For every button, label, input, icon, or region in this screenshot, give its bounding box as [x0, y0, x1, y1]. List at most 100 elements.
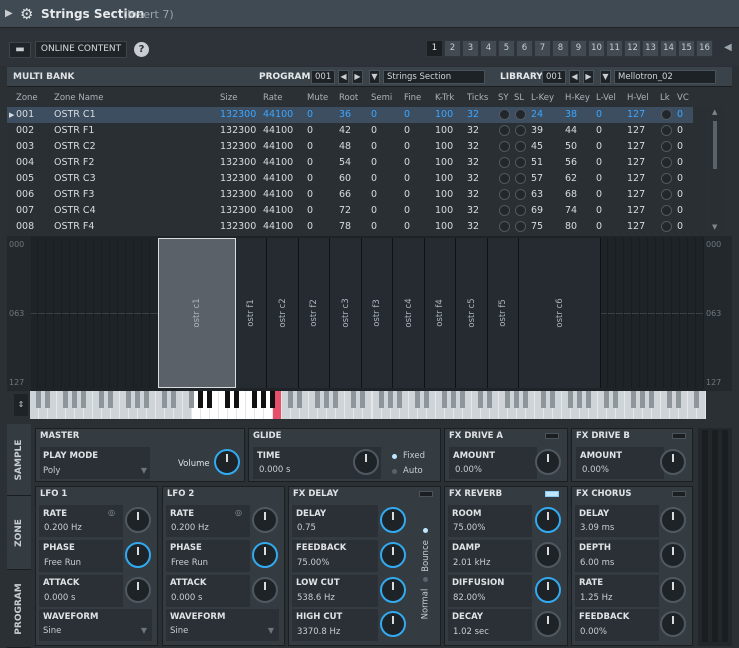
- scroll-right-icon[interactable]: ◀: [724, 42, 732, 53]
- column-header[interactable]: Zone Name: [54, 93, 103, 103]
- piano-black-key[interactable]: [225, 391, 231, 408]
- row-toggle[interactable]: [499, 205, 510, 216]
- chorus-rate-knob[interactable]: [660, 577, 686, 603]
- piano-black-key[interactable]: [189, 391, 195, 408]
- scroll-down-icon[interactable]: ▼: [712, 223, 717, 231]
- glide-time-knob[interactable]: [353, 449, 379, 475]
- keymap-zone[interactable]: ostr c4: [393, 238, 425, 388]
- piano-black-key[interactable]: [45, 391, 51, 408]
- row-toggle[interactable]: [661, 221, 672, 232]
- row-toggle[interactable]: [661, 173, 672, 184]
- piano-black-key[interactable]: [36, 391, 41, 408]
- tab-sample[interactable]: SAMPLE: [7, 424, 31, 496]
- library-prev-icon[interactable]: ◀: [569, 70, 580, 84]
- column-header[interactable]: H-Key: [565, 93, 590, 103]
- fx-delay-toggle[interactable]: [419, 491, 433, 497]
- reverb-room-knob[interactable]: [535, 507, 561, 533]
- lfo1-waveform-dropdown[interactable]: Sine ▼: [40, 625, 150, 639]
- lfo1-phase-knob[interactable]: [125, 542, 151, 568]
- lfo1-rate-knob[interactable]: [125, 507, 151, 533]
- row-toggle[interactable]: [661, 141, 672, 152]
- piano-black-key[interactable]: [441, 391, 447, 408]
- library-number[interactable]: 001: [542, 70, 566, 84]
- lfo2-phase-knob[interactable]: [252, 542, 278, 568]
- piano-black-key[interactable]: [648, 391, 654, 408]
- piano-black-key[interactable]: [324, 391, 330, 408]
- collapse-arrow-icon[interactable]: ▶: [5, 8, 13, 19]
- column-header[interactable]: Fine: [404, 93, 421, 103]
- page-button[interactable]: 12: [624, 40, 641, 57]
- piano-black-key[interactable]: [387, 391, 393, 408]
- page-button[interactable]: 1: [426, 40, 443, 57]
- piano-black-key[interactable]: [459, 391, 465, 408]
- piano-black-key[interactable]: [252, 391, 258, 408]
- key-map[interactable]: 000 063 127 000 063 127 ostr c1 ostr f1 os…: [7, 236, 732, 391]
- tab-program[interactable]: PROGRAM: [7, 570, 31, 648]
- delay-highcut-knob[interactable]: [380, 611, 406, 637]
- row-toggle[interactable]: [661, 157, 672, 168]
- table-row[interactable]: 008 OSTR F4 132300 44100 0 78 0 0 100 32 75 80 0 127 0: [7, 219, 693, 235]
- table-row[interactable]: ▶ 001 OSTR C1 132300 44100 0 36 0 0 100 32 24 38 0 127…: [7, 107, 693, 123]
- column-header[interactable]: Rate: [263, 93, 283, 103]
- drive-b-amount-knob[interactable]: [660, 449, 686, 475]
- column-header[interactable]: Semi: [371, 93, 392, 103]
- keymap-zone[interactable]: ostr f2: [299, 238, 330, 388]
- row-toggle[interactable]: [661, 189, 672, 200]
- fixed-radio[interactable]: [392, 454, 397, 459]
- piano-black-key[interactable]: [693, 391, 699, 408]
- row-toggle[interactable]: [661, 109, 672, 120]
- piano-black-key[interactable]: [576, 391, 582, 408]
- piano-black-key[interactable]: [108, 391, 114, 408]
- table-row[interactable]: 004 OSTR F2 132300 44100 0 54 0 0 100 32 51 56 0 127 0: [7, 155, 693, 171]
- row-toggle[interactable]: [515, 109, 526, 120]
- row-toggle[interactable]: [499, 189, 510, 200]
- fx-drive-a-toggle[interactable]: [545, 433, 559, 439]
- piano-black-key[interactable]: [522, 391, 528, 408]
- column-header[interactable]: H-Vel: [627, 93, 649, 103]
- column-header[interactable]: Size: [220, 93, 237, 103]
- keymap-zone[interactable]: ostr c6: [519, 238, 601, 388]
- reverb-decay-knob[interactable]: [535, 611, 561, 637]
- scroll-up-icon[interactable]: ▲: [712, 108, 717, 116]
- library-next-icon[interactable]: ▶: [583, 70, 594, 84]
- piano-black-key[interactable]: [639, 391, 645, 408]
- fx-chorus-toggle[interactable]: [672, 491, 686, 497]
- keymap-zone[interactable]: ostr c5: [456, 238, 488, 388]
- row-toggle[interactable]: [499, 141, 510, 152]
- column-header[interactable]: L-Vel: [596, 93, 616, 103]
- page-button[interactable]: 7: [534, 40, 551, 57]
- page-button[interactable]: 6: [516, 40, 533, 57]
- piano-black-key[interactable]: [549, 391, 555, 408]
- row-toggle[interactable]: [499, 109, 510, 120]
- piano-black-key[interactable]: [297, 391, 303, 408]
- keymap-zone[interactable]: ostr f5: [488, 238, 519, 388]
- lfo2-sync-icon[interactable]: ◎: [235, 508, 242, 517]
- row-toggle[interactable]: [515, 141, 526, 152]
- column-header[interactable]: SL: [514, 93, 524, 103]
- library-menu-icon[interactable]: ▼: [600, 70, 611, 84]
- fx-drive-b-toggle[interactable]: [672, 433, 686, 439]
- column-header[interactable]: Ticks: [467, 93, 488, 103]
- piano-black-key[interactable]: [360, 391, 366, 408]
- auto-radio[interactable]: [392, 469, 397, 474]
- column-header[interactable]: K-Trk: [435, 93, 454, 103]
- row-toggle[interactable]: [515, 189, 526, 200]
- page-button[interactable]: 15: [678, 40, 695, 57]
- lfo2-rate-knob[interactable]: [252, 507, 278, 533]
- scrollbar-thumb[interactable]: [713, 121, 717, 169]
- piano-black-key[interactable]: [333, 391, 339, 408]
- page-button[interactable]: 11: [606, 40, 623, 57]
- column-header[interactable]: Lk: [660, 93, 670, 103]
- page-button[interactable]: 13: [642, 40, 659, 57]
- piano-black-key[interactable]: [540, 391, 546, 408]
- table-row[interactable]: 006 OSTR F3 132300 44100 0 66 0 0 100 32 63 68 0 127 0: [7, 187, 693, 203]
- piano-black-key[interactable]: [234, 391, 240, 408]
- column-header[interactable]: VC: [677, 93, 689, 103]
- piano-black-key[interactable]: [162, 391, 168, 408]
- piano-black-key[interactable]: [315, 391, 321, 408]
- piano-black-key[interactable]: [396, 391, 402, 408]
- piano-black-key[interactable]: [612, 391, 618, 408]
- program-prev-icon[interactable]: ◀: [338, 70, 349, 84]
- program-number[interactable]: 001: [311, 70, 335, 84]
- piano-black-key[interactable]: [99, 391, 105, 408]
